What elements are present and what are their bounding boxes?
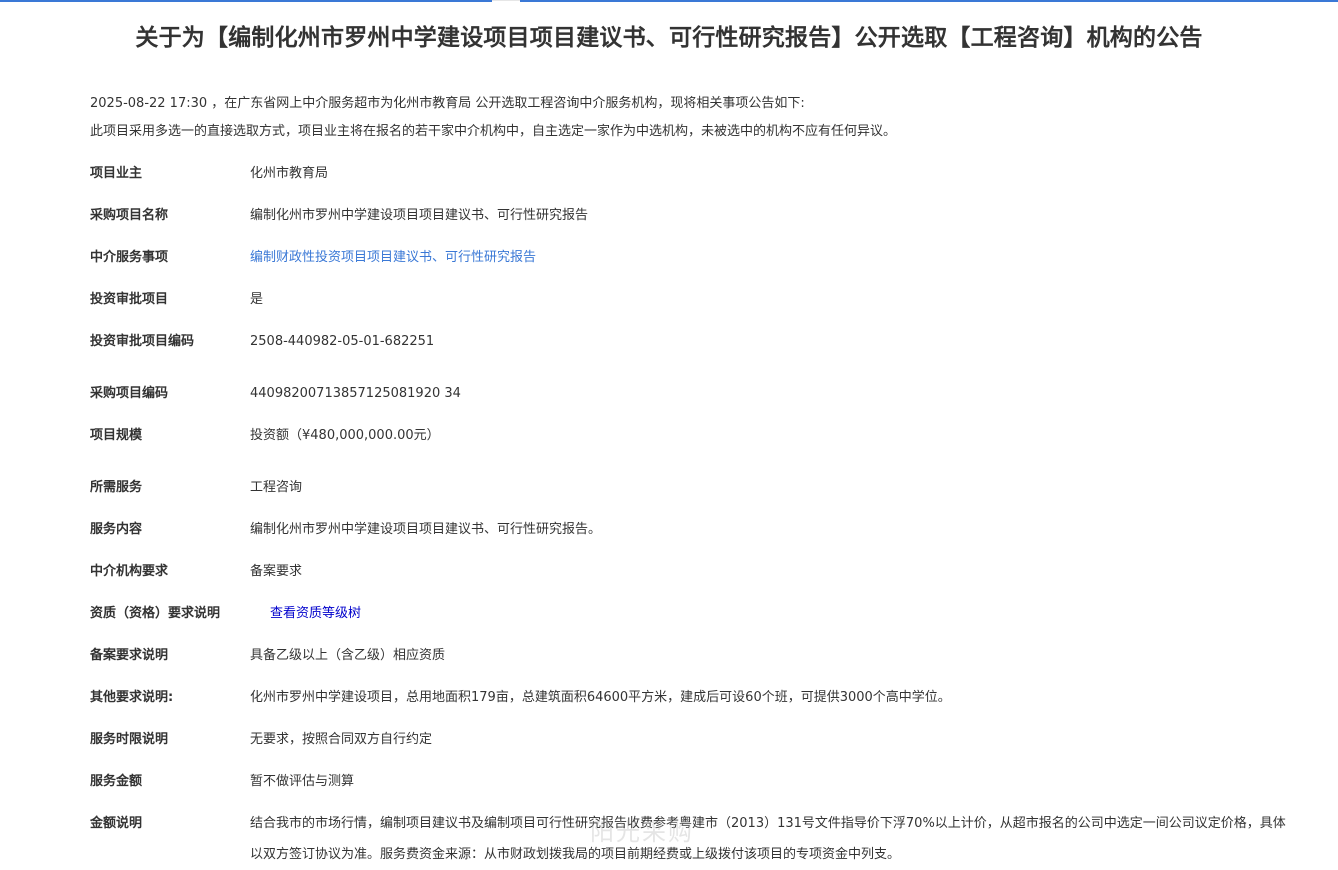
project-name-label: 采购项目名称 <box>90 208 169 223</box>
amount-note-value: 结合我市的市场行情，编制项目建议书及编制项目可行性研究报告收费参考粤建市（201… <box>250 816 1286 862</box>
filing-req-value: 具备乙级以上（含乙级）相应资质 <box>250 648 446 663</box>
scale-value: 投资额（¥480,000,000.00元） <box>250 428 440 443</box>
qualification-tree-link[interactable]: 查看资质等级树 <box>270 605 361 623</box>
scale-label: 项目规模 <box>90 428 143 443</box>
amount-value: 暂不做评估与测算 <box>250 774 355 789</box>
intro-line-2: 此项目采用多选一的直接选取方式，项目业主将在报名的若干家中介机构中，自主选定一家… <box>90 124 897 139</box>
purchase-code-value: 44098200713857125081920 34 <box>250 386 461 401</box>
owner-label: 项目业主 <box>90 166 143 181</box>
top-accent-right <box>520 0 1338 2</box>
approval-label: 投资审批项目 <box>90 292 169 307</box>
approval-code-value: 2508-440982-05-01-682251 <box>250 334 435 349</box>
intro-line-1: 2025-08-22 17:30 ，在广东省网上中介服务超市为化州市教育局 公开… <box>90 96 805 111</box>
agency-req-label: 中介机构要求 <box>90 564 169 579</box>
approval-code-label: 投资审批项目编码 <box>90 334 195 349</box>
service-item-label: 中介服务事项 <box>90 250 169 265</box>
owner-value: 化州市教育局 <box>250 166 329 181</box>
qualification-label: 资质（资格）要求说明 <box>90 606 221 621</box>
approval-value: 是 <box>250 292 264 307</box>
amount-note-label: 金额说明 <box>90 816 143 831</box>
agency-req-value: 备案要求 <box>250 564 303 579</box>
purchase-code-label: 采购项目编码 <box>90 386 169 401</box>
other-req-label: 其他要求说明: <box>90 690 174 705</box>
other-req-value: 化州市罗州中学建设项目，总用地面积179亩，总建筑面积64600平方米，建成后可… <box>250 690 951 705</box>
page-title: 关于为【编制化州市罗州中学建设项目项目建议书、可行性研究报告】公开选取【工程咨询… <box>135 25 1203 51</box>
time-limit-label: 服务时限说明 <box>90 732 169 747</box>
filing-req-label: 备案要求说明 <box>90 648 169 663</box>
amount-label: 服务金额 <box>90 774 143 789</box>
top-accent-left <box>0 0 492 2</box>
required-service-value: 工程咨询 <box>250 480 303 495</box>
service-content-label: 服务内容 <box>90 522 143 537</box>
service-content-value: 编制化州市罗州中学建设项目项目建议书、可行性研究报告。 <box>250 522 602 537</box>
required-service-label: 所需服务 <box>90 480 143 495</box>
time-limit-value: 无要求，按照合同双方自行约定 <box>250 732 433 747</box>
top-divider <box>0 0 1338 2</box>
project-name-value: 编制化州市罗州中学建设项目项目建议书、可行性研究报告 <box>250 208 589 223</box>
service-item-link[interactable]: 编制财政性投资项目项目建议书、可行性研究报告 <box>250 249 536 267</box>
